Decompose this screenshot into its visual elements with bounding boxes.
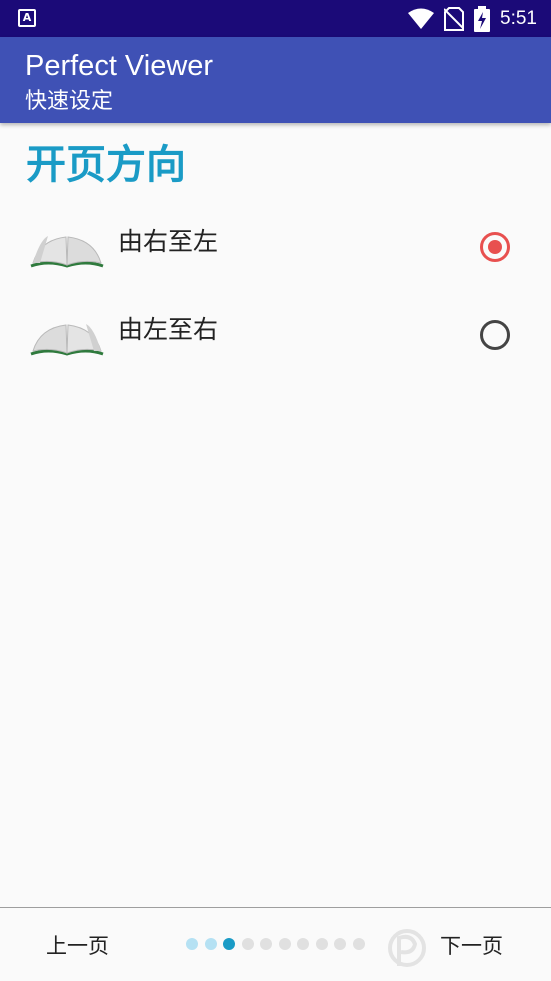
page-dot-active: [223, 938, 235, 950]
page-title: 开页方向: [26, 142, 186, 188]
app-bar: Perfect Viewer 快速设定: [0, 37, 551, 123]
book-icon: [30, 236, 104, 268]
option-right-to-left[interactable]: 由右至左: [0, 200, 551, 288]
prev-page-button[interactable]: 上一页: [46, 932, 109, 960]
app-title: Perfect Viewer: [25, 50, 214, 82]
page-dot: [352, 938, 365, 950]
option-left-to-right[interactable]: 由左至右: [0, 288, 551, 376]
a-badge-icon: A: [18, 9, 36, 27]
page-indicator: [186, 938, 365, 950]
watermark-logo: [388, 929, 426, 967]
option-label: 由右至左: [118, 227, 219, 256]
app-subtitle: 快速设定: [25, 89, 114, 114]
page-dot: [241, 938, 254, 950]
status-time: 5:51: [500, 8, 537, 29]
bottom-navigation: 上一页 下一页: [0, 907, 551, 981]
book-icon: [30, 324, 104, 356]
option-label: 由左至右: [118, 315, 219, 344]
status-icons: 5:51: [408, 5, 537, 32]
page-dot: [204, 938, 217, 950]
page-dot: [334, 938, 346, 950]
page-dot: [186, 938, 198, 950]
status-bar: A 5:51: [0, 0, 551, 37]
no-sim-icon: [444, 6, 465, 31]
radio-button[interactable]: [480, 320, 510, 350]
page-dot: [315, 938, 328, 950]
page-dot: [297, 938, 309, 950]
battery-charging-icon: [474, 5, 491, 32]
wifi-icon: [408, 8, 435, 29]
page-dot: [260, 938, 272, 950]
page-dot: [278, 938, 291, 950]
radio-button-selected[interactable]: [480, 232, 510, 262]
